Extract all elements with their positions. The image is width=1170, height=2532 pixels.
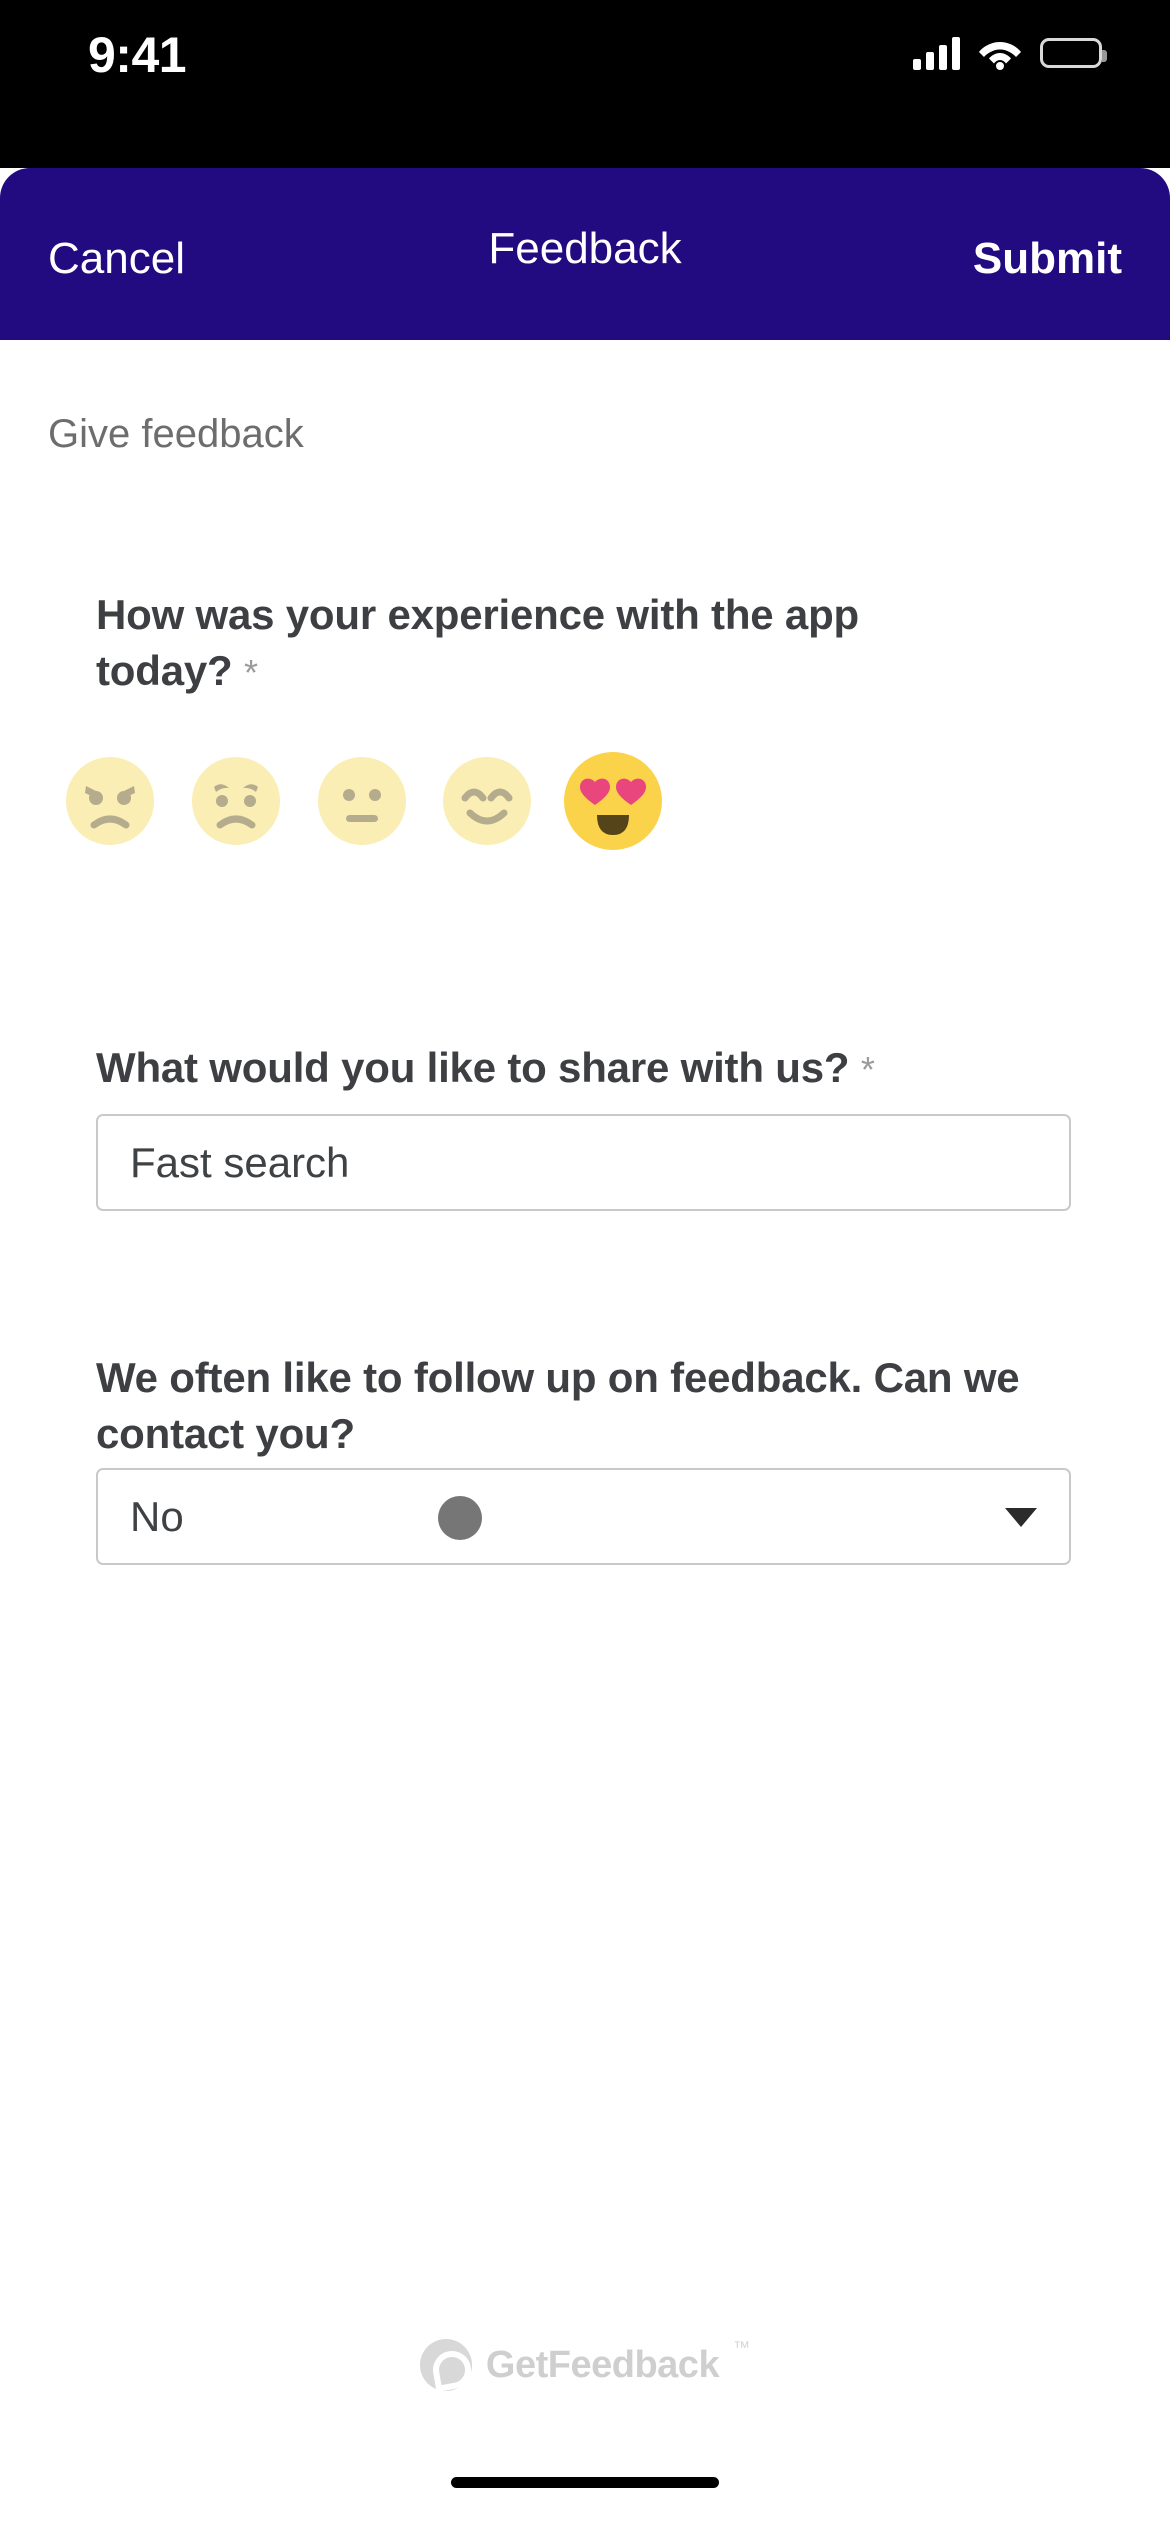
wifi-icon xyxy=(978,37,1022,70)
question-share-text: What would you like to share with us? xyxy=(96,1044,850,1091)
status-bar: 9:41 xyxy=(0,0,1170,168)
form-content: Give feedback How was your experience wi… xyxy=(0,340,1170,2532)
question-experience-text: How was your experience with the app tod… xyxy=(96,591,859,694)
brand-name: GetFeedback xyxy=(485,2343,720,2386)
emoji-scale xyxy=(66,752,1106,902)
status-bar-time: 9:41 xyxy=(88,27,187,83)
emoji-option-heart-eyes-face[interactable] xyxy=(564,752,662,850)
home-indicator[interactable] xyxy=(451,2477,719,2488)
status-bar-icons xyxy=(913,30,1107,76)
share-text-input[interactable] xyxy=(96,1114,1071,1211)
phone-screen: 9:41 Cancel Feedback Submit Give feedbac… xyxy=(0,0,1170,2532)
getfeedback-logo-icon xyxy=(419,2339,472,2391)
emoji-option-sad-face[interactable] xyxy=(192,757,280,845)
navigation-bar: Cancel Feedback Submit xyxy=(0,168,1170,340)
question-contact-label: We often like to follow up on feedback. … xyxy=(96,1354,1020,1457)
trademark-symbol: ™ xyxy=(733,2338,751,2357)
question-experience-label: How was your experience with the app tod… xyxy=(96,587,976,699)
emoji-option-angry-face[interactable] xyxy=(66,757,154,845)
give-feedback-label: Give feedback xyxy=(48,412,304,456)
contact-select-value: No xyxy=(130,1493,184,1540)
emoji-option-smiling-face[interactable] xyxy=(443,757,531,845)
battery-full-icon xyxy=(1040,38,1107,68)
required-asterisk: * xyxy=(860,1049,875,1090)
chevron-down-icon[interactable] xyxy=(1005,1508,1037,1527)
required-asterisk: * xyxy=(243,651,258,693)
contact-select[interactable]: No xyxy=(96,1468,1071,1565)
brand-footer: GetFeedback ™ xyxy=(0,2330,1170,2400)
submit-button[interactable]: Submit xyxy=(955,220,1140,298)
question-share-label: What would you like to share with us? * xyxy=(96,1040,1096,1096)
slider-knob-icon[interactable] xyxy=(438,1496,482,1540)
cellular-bars-icon xyxy=(913,36,960,70)
emoji-option-neutral-face[interactable] xyxy=(318,757,406,845)
